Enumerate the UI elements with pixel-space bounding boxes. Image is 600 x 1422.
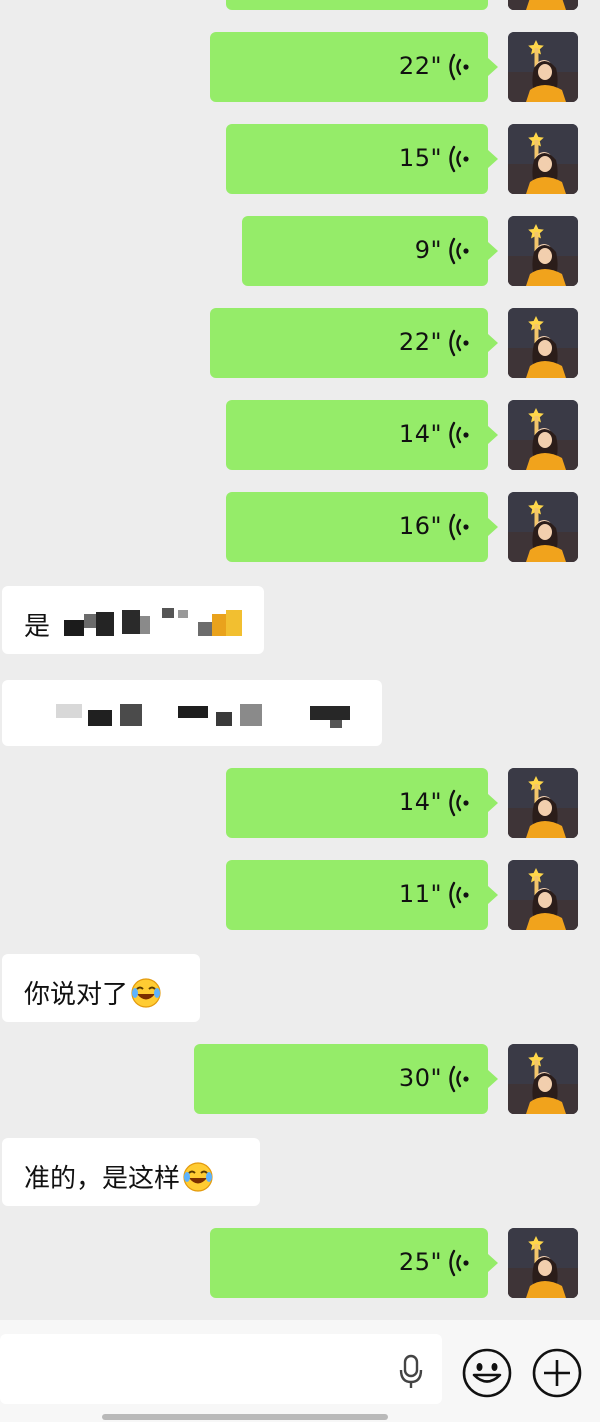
voice-duration: 11" <box>398 880 442 908</box>
avatar[interactable] <box>508 124 578 194</box>
avatar[interactable] <box>508 492 578 562</box>
voice-message[interactable]: 22" <box>210 308 498 378</box>
avatar[interactable] <box>508 32 578 102</box>
avatar[interactable] <box>508 0 578 10</box>
avatar[interactable] <box>508 768 578 838</box>
avatar[interactable] <box>508 1044 578 1114</box>
incoming-text-message[interactable] <box>2 680 382 746</box>
avatar[interactable] <box>508 308 578 378</box>
incoming-text-message[interactable]: 是 <box>2 586 264 654</box>
avatar[interactable] <box>508 860 578 930</box>
voice-duration: 22" <box>398 52 442 80</box>
voice-wave-icon <box>449 53 470 81</box>
message-text: 准的，是这样 <box>24 1164 181 1194</box>
chat-area: 22" 15" 9" 22" 14" 16" 是 14" 11" 你说对了 30… <box>0 0 600 1320</box>
message-text: 你说对了 <box>24 980 129 1010</box>
incoming-text-message[interactable]: 你说对了 <box>2 954 200 1022</box>
voice-wave-icon <box>449 881 470 909</box>
voice-duration: 14" <box>398 420 442 448</box>
message-text: 是 <box>24 612 51 642</box>
voice-wave-icon <box>449 1249 470 1277</box>
voice-message[interactable]: 9" <box>242 216 498 286</box>
voice-duration: 25" <box>398 1248 442 1276</box>
avatar[interactable] <box>508 400 578 470</box>
voice-duration: 9" <box>414 236 442 264</box>
voice-message[interactable]: 11" <box>226 860 498 930</box>
voice-message[interactable]: 15" <box>226 124 498 194</box>
laughing-crying-emoji-icon <box>131 978 162 1008</box>
voice-duration: 16" <box>398 512 442 540</box>
plus-circle-icon[interactable] <box>530 1346 584 1400</box>
voice-duration: 30" <box>398 1064 442 1092</box>
incoming-text-message[interactable]: 准的，是这样 <box>2 1138 260 1206</box>
home-indicator <box>102 1414 388 1420</box>
microphone-icon[interactable] <box>398 1354 424 1390</box>
voice-message[interactable]: 14" <box>226 400 498 470</box>
message-input[interactable] <box>0 1334 442 1404</box>
voice-message[interactable]: 16" <box>226 492 498 562</box>
voice-duration: 15" <box>398 144 442 172</box>
avatar[interactable] <box>508 216 578 286</box>
voice-duration: 14" <box>398 788 442 816</box>
voice-message[interactable] <box>226 0 488 10</box>
voice-wave-icon <box>449 513 470 541</box>
emoji-smiley-icon[interactable] <box>460 1346 514 1400</box>
voice-message[interactable]: 25" <box>210 1228 498 1298</box>
voice-wave-icon <box>449 1065 470 1093</box>
voice-duration: 22" <box>398 328 442 356</box>
voice-wave-icon <box>449 237 470 265</box>
voice-message[interactable]: 30" <box>194 1044 498 1114</box>
voice-wave-icon <box>449 421 470 449</box>
voice-message[interactable]: 22" <box>210 32 498 102</box>
voice-wave-icon <box>449 329 470 357</box>
voice-wave-icon <box>449 145 470 173</box>
laughing-crying-emoji-icon <box>183 1162 214 1192</box>
voice-wave-icon <box>449 789 470 817</box>
avatar[interactable] <box>508 1228 578 1298</box>
voice-message[interactable]: 14" <box>226 768 498 838</box>
